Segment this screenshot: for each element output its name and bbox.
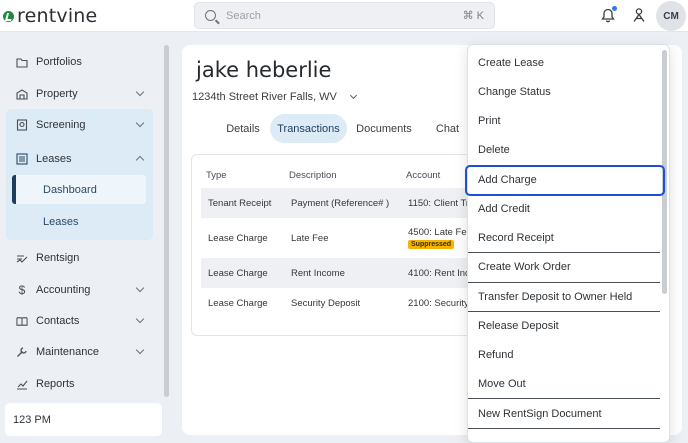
wrench-icon bbox=[16, 346, 28, 358]
chevron-down-icon bbox=[135, 118, 145, 128]
column-header-account[interactable]: Account bbox=[406, 170, 440, 181]
chevron-down-icon bbox=[349, 91, 357, 100]
column-header-description[interactable]: Description bbox=[289, 170, 337, 181]
sidebar-item-label: Property bbox=[36, 88, 78, 100]
chevron-down-icon bbox=[135, 283, 145, 293]
chevron-down-icon bbox=[135, 314, 145, 324]
menu-item-record-receipt[interactable]: Record Receipt bbox=[478, 232, 554, 244]
sidebar-item-portfolios[interactable]: Portfolios bbox=[6, 48, 153, 76]
top-bar: rentvine Search ⌘ K CM bbox=[0, 0, 688, 32]
sidebar-item-label: Screening bbox=[36, 119, 86, 131]
menu-item-move-out[interactable]: Move Out bbox=[478, 378, 526, 390]
sidebar-item-label: Maintenance bbox=[36, 346, 99, 358]
sidebar-item-label: Rentsign bbox=[36, 252, 80, 264]
menu-item-transfer-deposit[interactable]: Transfer Deposit to Owner Held bbox=[478, 291, 632, 303]
chevron-down-icon bbox=[135, 87, 145, 97]
cell-account: 4100: Rent Inco bbox=[408, 268, 476, 279]
sidebar-item-accounting[interactable]: $ Accounting bbox=[6, 276, 153, 304]
menu-item-change-status[interactable]: Change Status bbox=[478, 86, 551, 98]
cell-account: 4500: Late Fee bbox=[408, 227, 472, 238]
sidebar-scrollbar[interactable] bbox=[164, 45, 169, 397]
menu-item-delete[interactable]: Delete bbox=[478, 144, 510, 156]
table-row[interactable]: Lease Charge Rent Income 4100: Rent Inco bbox=[201, 258, 491, 288]
dollar-icon: $ bbox=[18, 283, 26, 297]
cell-account: 1150: Client Tru bbox=[408, 198, 475, 209]
search-bar[interactable]: Search ⌘ K bbox=[194, 2, 495, 29]
sidebar-subitem-dashboard[interactable]: Dashboard bbox=[43, 184, 97, 196]
sidebar-item-label: Portfolios bbox=[36, 56, 82, 68]
folder-icon bbox=[16, 56, 28, 68]
table-row[interactable]: Tenant Receipt Payment (Reference# ) 115… bbox=[201, 188, 491, 218]
chart-icon bbox=[16, 378, 28, 390]
sidebar-item-label: Reports bbox=[36, 378, 75, 390]
page-title: jake heberlie bbox=[196, 58, 332, 82]
cell-type: Tenant Receipt bbox=[208, 198, 272, 209]
sidebar-item-property[interactable]: Property bbox=[6, 80, 153, 108]
sidebar-subitem-leases[interactable]: Leases bbox=[43, 216, 78, 228]
status-badge: Suppressed bbox=[408, 240, 455, 249]
sidebar-item-rentsign[interactable]: Rentsign bbox=[6, 244, 153, 272]
table-row[interactable]: Lease Charge Late Fee 4500: Late Fee Sup… bbox=[201, 218, 491, 258]
menu-divider bbox=[468, 252, 660, 253]
cell-type: Lease Charge bbox=[208, 233, 268, 244]
book-icon bbox=[16, 315, 28, 327]
cell-type: Lease Charge bbox=[208, 298, 268, 309]
sidebar-item-maintenance[interactable]: Maintenance bbox=[6, 338, 153, 366]
menu-item-add-credit[interactable]: Add Credit bbox=[478, 203, 530, 215]
notification-dot bbox=[612, 6, 617, 11]
chevron-up-icon bbox=[135, 155, 145, 165]
sidebar-item-label: Leases bbox=[36, 153, 72, 165]
user-avatar[interactable]: CM bbox=[656, 1, 686, 31]
logo-text: rentvine bbox=[17, 5, 98, 27]
sidebar-item-leases[interactable]: Leases bbox=[6, 145, 153, 173]
tenant-portal-icon[interactable] bbox=[632, 7, 646, 23]
menu-item-create-lease[interactable]: Create Lease bbox=[478, 57, 544, 69]
tab-details[interactable]: Details bbox=[218, 114, 268, 143]
menu-item-new-rentsign-document[interactable]: New RentSign Document bbox=[478, 408, 602, 420]
menu-item-refund[interactable]: Refund bbox=[478, 349, 513, 361]
cell-description: Rent Income bbox=[291, 268, 345, 279]
sidebar-item-screening[interactable]: Screening bbox=[6, 111, 153, 139]
sidebar-item-reports[interactable]: Reports bbox=[6, 370, 153, 398]
menu-divider bbox=[468, 428, 660, 429]
cell-type: Lease Charge bbox=[208, 268, 268, 279]
signature-icon bbox=[16, 252, 28, 264]
menu-divider bbox=[468, 282, 660, 283]
actions-menu: Create Lease Change Status Print Delete … bbox=[467, 44, 670, 443]
building-icon bbox=[16, 88, 28, 100]
menu-item-print[interactable]: Print bbox=[478, 115, 501, 127]
address-selector[interactable]: 1234th Street River Falls, WV bbox=[192, 91, 357, 103]
menu-item-create-work-order[interactable]: Create Work Order bbox=[478, 261, 571, 273]
tab-transactions[interactable]: Transactions bbox=[270, 114, 347, 143]
chevron-down-icon bbox=[135, 345, 145, 355]
search-icon bbox=[205, 10, 216, 21]
cell-description: Payment (Reference# ) bbox=[291, 198, 390, 209]
menu-item-highlight bbox=[465, 165, 665, 196]
time-widget: 123 PM bbox=[5, 403, 162, 436]
list-icon bbox=[16, 153, 28, 165]
menu-item-release-deposit[interactable]: Release Deposit bbox=[478, 320, 559, 332]
sidebar-item-contacts[interactable]: Contacts bbox=[6, 307, 153, 335]
address-text: 1234th Street River Falls, WV bbox=[192, 91, 337, 103]
table-row[interactable]: Lease Charge Security Deposit 2100: Secu… bbox=[201, 288, 491, 318]
search-placeholder: Search bbox=[226, 9, 261, 22]
logo-mark-icon bbox=[3, 10, 14, 22]
cell-description: Late Fee bbox=[291, 233, 329, 244]
tab-documents[interactable]: Documents bbox=[352, 114, 416, 143]
menu-divider bbox=[468, 311, 660, 312]
sidebar-item-label: Accounting bbox=[36, 284, 91, 296]
sidebar-item-label: Contacts bbox=[36, 315, 80, 327]
column-header-type[interactable]: Type bbox=[206, 170, 227, 181]
search-shortcut: ⌘ K bbox=[462, 10, 484, 22]
cell-description: Security Deposit bbox=[291, 298, 361, 309]
menu-divider bbox=[468, 398, 660, 399]
rentvine-logo[interactable]: rentvine bbox=[3, 5, 97, 27]
tab-chat[interactable]: Chat bbox=[430, 114, 465, 143]
screening-icon bbox=[16, 119, 28, 131]
